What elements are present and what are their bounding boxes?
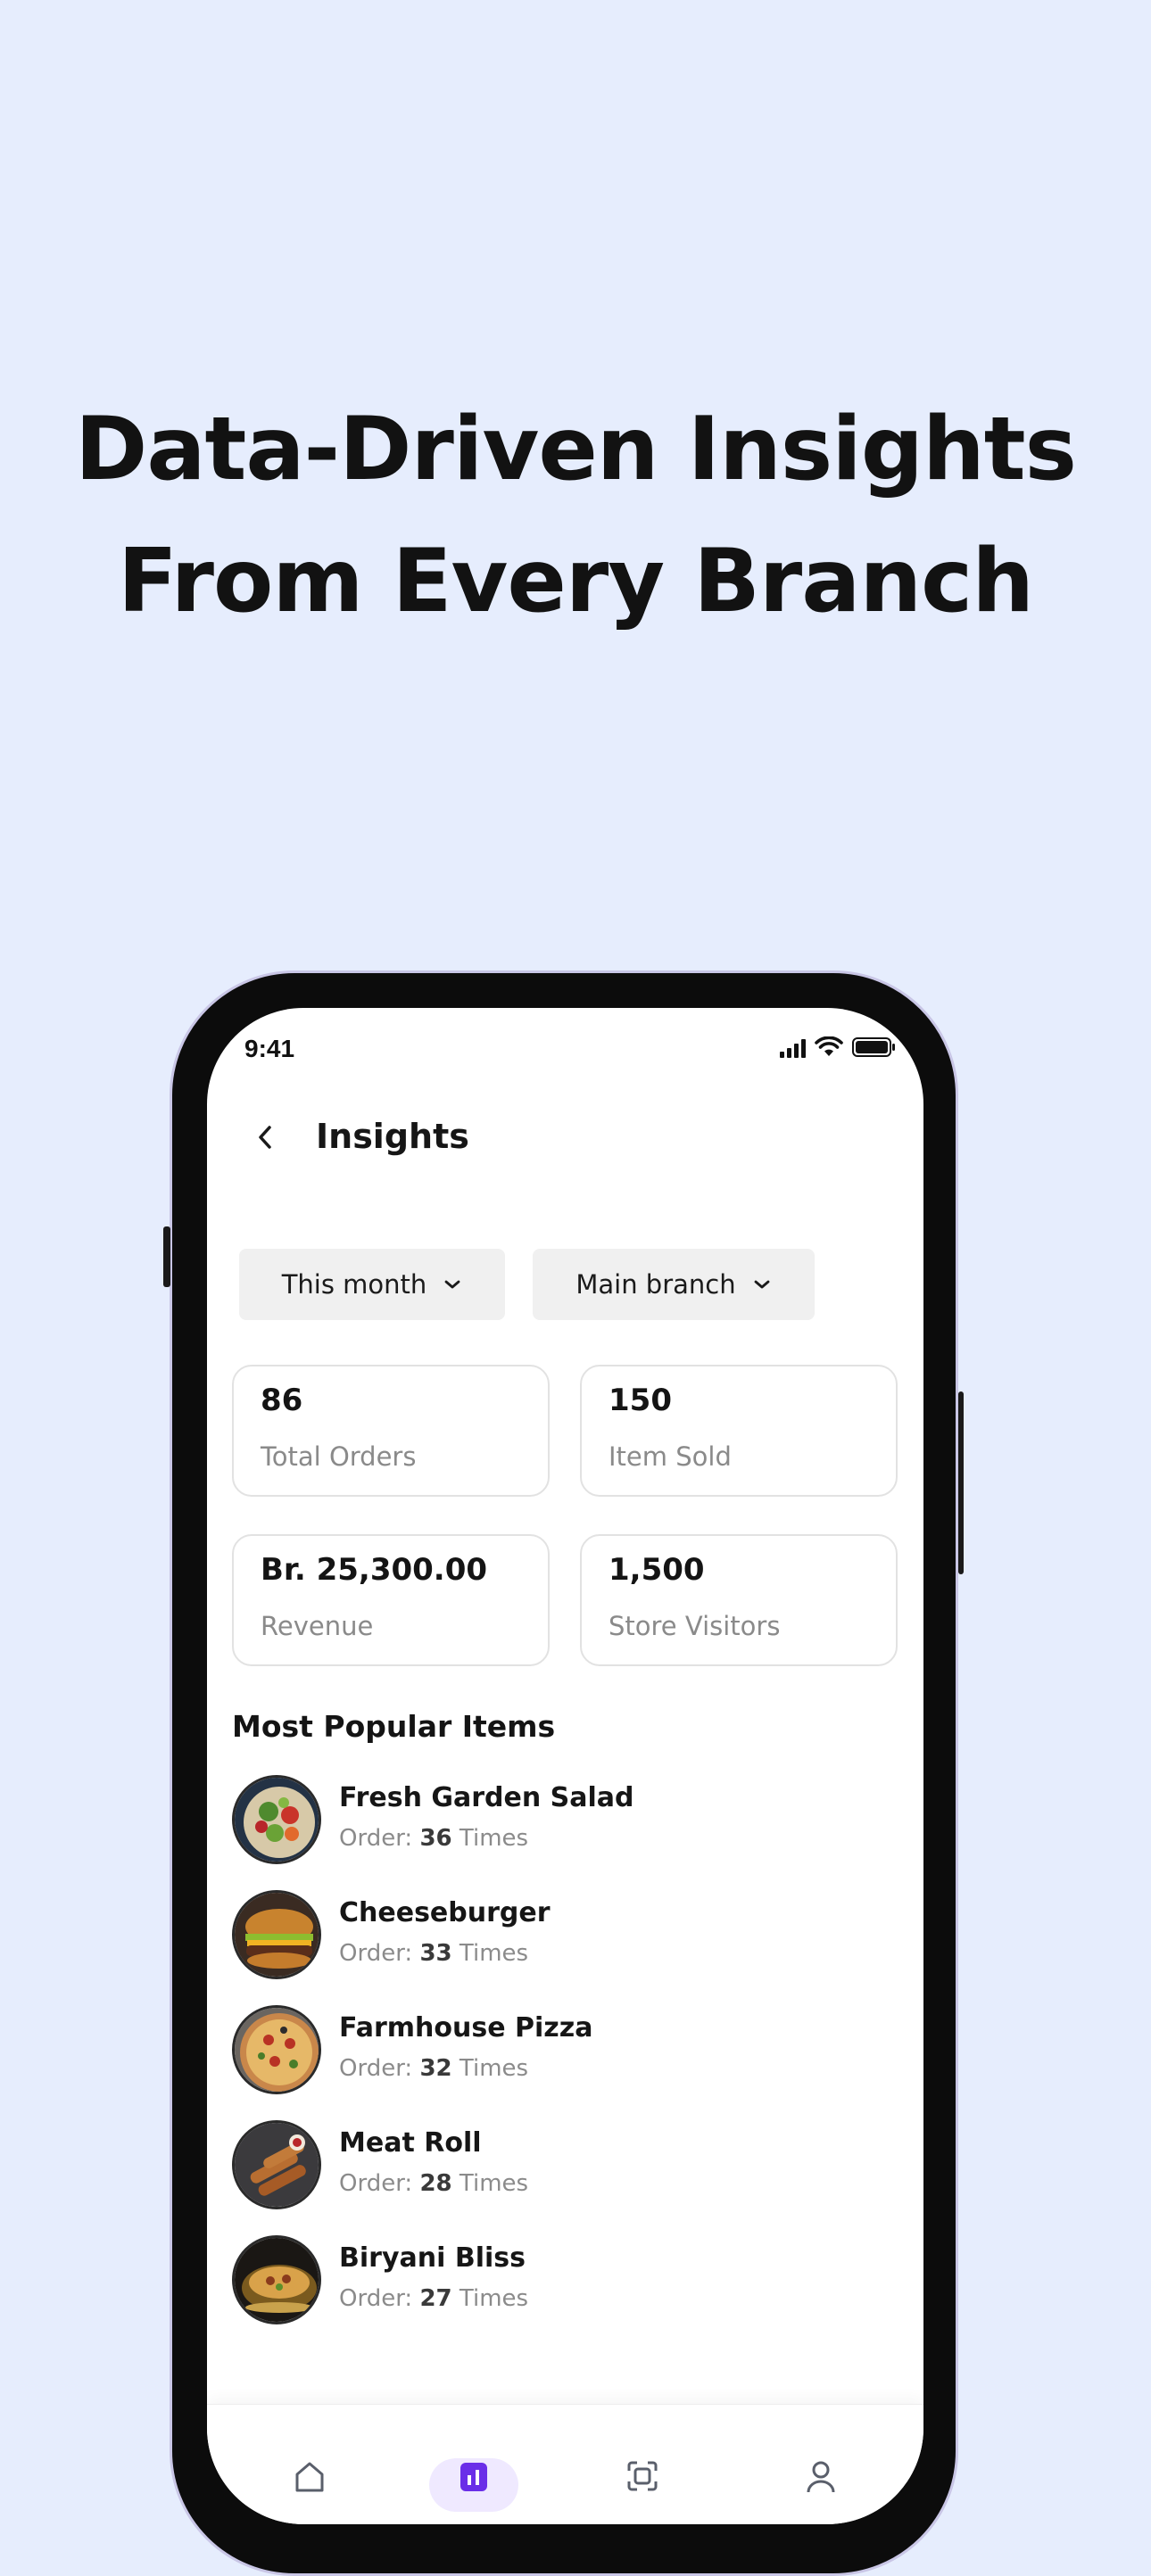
status-icons [780, 1036, 897, 1058]
stat-label: Store Visitors [609, 1611, 781, 1641]
cellular-signal-icon [780, 1038, 806, 1058]
stat-value: 150 [609, 1383, 672, 1418]
item-orders: Order: 27 Times [339, 2285, 528, 2312]
headline-line-1: Data-Driven Insights [75, 399, 1077, 500]
app-screen: 9:41 Insights This month Main branch 86 … [207, 1008, 923, 2524]
item-name: Biryani Bliss [339, 2242, 526, 2274]
order-prefix: Order: [339, 1825, 413, 1852]
item-orders: Order: 32 Times [339, 2055, 528, 2082]
stat-label: Revenue [261, 1611, 374, 1641]
popular-item-biryani[interactable]: Biryani Bliss Order: 27 Times [232, 2235, 892, 2324]
order-suffix: Times [459, 2170, 529, 2197]
branch-filter-dropdown[interactable]: Main branch [533, 1249, 815, 1320]
order-count: 28 [419, 2170, 452, 2197]
chevron-down-icon [444, 1280, 460, 1289]
popular-items-title: Most Popular Items [232, 1709, 556, 1744]
wifi-icon [815, 1036, 843, 1056]
item-orders: Order: 28 Times [339, 2170, 528, 2197]
headline: Data-Driven Insights From Every Branch [0, 384, 1151, 648]
popular-item-meat-roll[interactable]: Meat Roll Order: 28 Times [232, 2120, 892, 2209]
meat-roll-image [232, 2120, 321, 2209]
nav-profile[interactable] [785, 2458, 857, 2512]
item-name: Fresh Garden Salad [339, 1782, 634, 1813]
nav-home[interactable] [274, 2458, 345, 2512]
stat-value: 86 [261, 1383, 303, 1418]
insights-icon [460, 2463, 487, 2491]
order-prefix: Order: [339, 2055, 413, 2082]
stat-value: 1,500 [609, 1552, 705, 1588]
stat-card-store-visitors: 1,500 Store Visitors [580, 1534, 898, 1666]
popular-item-salad[interactable]: Fresh Garden Salad Order: 36 Times [232, 1775, 892, 1864]
home-icon [295, 2462, 324, 2492]
item-name: Cheeseburger [339, 1897, 551, 1928]
phone-side-button-left [163, 1226, 170, 1287]
chevron-down-icon [754, 1280, 770, 1289]
cheeseburger-image [232, 1890, 321, 1979]
item-name: Farmhouse Pizza [339, 2012, 593, 2043]
period-filter-label: This month [281, 1269, 427, 1300]
scan-icon [627, 2461, 658, 2491]
phone-side-button-right [958, 1391, 964, 1574]
stat-value: Br. 25,300.00 [261, 1552, 488, 1588]
order-count: 32 [419, 2055, 452, 2082]
order-suffix: Times [459, 1825, 529, 1852]
stat-card-item-sold: 150 Item Sold [580, 1365, 898, 1497]
order-prefix: Order: [339, 2170, 413, 2197]
nav-insights[interactable] [429, 2458, 518, 2512]
page-title: Insights [316, 1117, 469, 1156]
stat-label: Total Orders [261, 1441, 417, 1472]
period-filter-dropdown[interactable]: This month [239, 1249, 505, 1320]
salad-image [232, 1775, 321, 1864]
back-button[interactable] [243, 1115, 287, 1160]
item-orders: Order: 33 Times [339, 1940, 528, 1967]
battery-icon [852, 1037, 895, 1057]
headline-line-2: From Every Branch [118, 531, 1034, 632]
nav-scan[interactable] [607, 2458, 678, 2512]
stat-card-revenue: Br. 25,300.00 Revenue [232, 1534, 550, 1666]
branch-filter-label: Main branch [576, 1269, 736, 1300]
item-orders: Order: 36 Times [339, 1825, 528, 1852]
status-time: 9:41 [244, 1035, 295, 1062]
bottom-navigation [207, 2404, 923, 2524]
order-prefix: Order: [339, 1940, 413, 1967]
order-suffix: Times [459, 2285, 529, 2312]
order-prefix: Order: [339, 2285, 413, 2312]
chevron-left-icon [259, 1126, 271, 1149]
order-suffix: Times [459, 1940, 529, 1967]
order-suffix: Times [459, 2055, 529, 2082]
pizza-image [232, 2005, 321, 2094]
popular-item-cheeseburger[interactable]: Cheeseburger Order: 33 Times [232, 1890, 892, 1979]
biryani-image [232, 2235, 321, 2324]
popular-item-pizza[interactable]: Farmhouse Pizza Order: 32 Times [232, 2005, 892, 2094]
order-count: 33 [419, 1940, 452, 1967]
stat-card-total-orders: 86 Total Orders [232, 1365, 550, 1497]
stat-label: Item Sold [609, 1441, 732, 1472]
item-name: Meat Roll [339, 2127, 482, 2159]
profile-icon [807, 2461, 835, 2493]
order-count: 27 [419, 2285, 452, 2312]
order-count: 36 [419, 1825, 452, 1852]
